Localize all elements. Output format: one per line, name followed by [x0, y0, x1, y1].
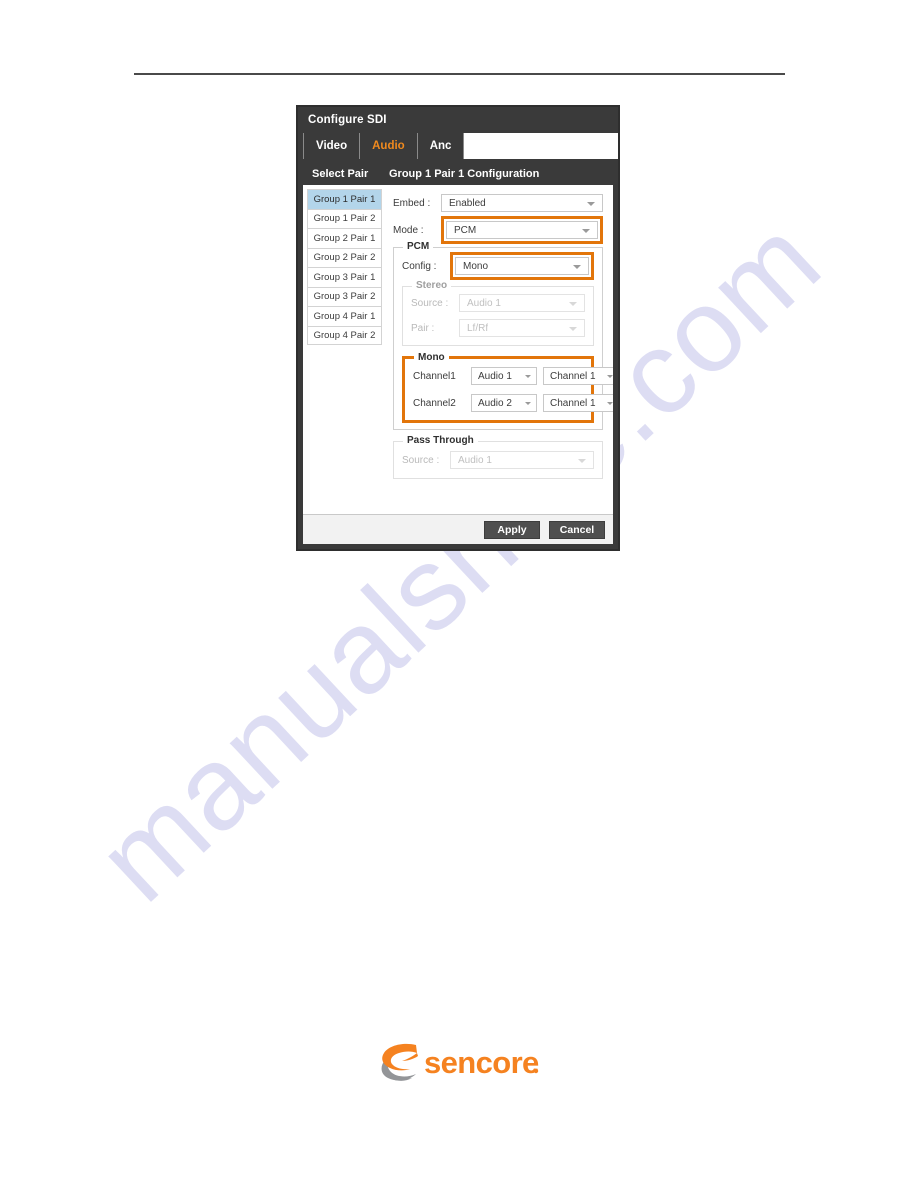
- svg-text:sencore: sencore: [424, 1045, 539, 1080]
- pair-list-item-group2-pair2[interactable]: Group 2 Pair 2: [307, 247, 382, 267]
- stereo-legend: Stereo: [412, 280, 452, 291]
- cancel-button[interactable]: Cancel: [549, 520, 605, 539]
- embed-label: Embed :: [393, 197, 431, 209]
- select-pair-header: Select Pair: [312, 168, 369, 180]
- chevron-down-icon: [569, 326, 577, 331]
- mode-label: Mode :: [393, 224, 424, 236]
- mono-channel1-channel-value: Channel 1: [550, 370, 596, 382]
- stereo-pair-label: Pair :: [411, 322, 435, 334]
- pcm-legend: PCM: [403, 241, 434, 252]
- stereo-source-select: Audio 1: [459, 294, 585, 312]
- pair-list-item-group3-pair2[interactable]: Group 3 Pair 2: [307, 286, 382, 306]
- apply-button[interactable]: Apply: [484, 520, 540, 539]
- page-header-rule: [134, 73, 785, 75]
- stereo-source-row: Source : Audio 1: [411, 292, 585, 314]
- tab-anc[interactable]: Anc: [417, 133, 465, 159]
- configuration-header: Group 1 Pair 1 Configuration: [389, 168, 540, 180]
- stereo-source-value: Audio 1: [467, 297, 501, 309]
- chevron-down-icon: [569, 301, 577, 306]
- stereo-source-label: Source :: [411, 297, 449, 309]
- pair-list: Group 1 Pair 1 Group 1 Pair 2 Group 2 Pa…: [303, 185, 386, 520]
- stereo-pair-row: Pair : Lf/Rf: [411, 317, 585, 339]
- tab-video[interactable]: Video: [303, 133, 361, 159]
- chevron-down-icon: [578, 458, 586, 463]
- mono-fieldset: Mono Channel1 Audio 1 Channel 1 Channel2…: [402, 352, 613, 423]
- configure-sdi-dialog: Configure SDI Video Audio Anc Select Pai…: [296, 105, 620, 551]
- pair-list-item-group3-pair1[interactable]: Group 3 Pair 1: [307, 267, 382, 287]
- chevron-down-icon: [607, 374, 613, 378]
- mono-channel2-row: Channel2 Audio 2 Channel 1: [413, 392, 613, 414]
- stereo-pair-select: Lf/Rf: [459, 319, 585, 337]
- panel-header-bar: Select Pair Group 1 Pair 1 Configuration: [303, 163, 613, 185]
- mono-channel2-source-select[interactable]: Audio 2: [471, 394, 537, 412]
- pass-through-source-label: Source :: [402, 454, 440, 466]
- mono-channel1-source-select[interactable]: Audio 1: [471, 367, 537, 385]
- settings-pane: Embed : Enabled Mode : PCM PCM Config: …: [386, 185, 613, 520]
- mono-channel2-channel-select[interactable]: Channel 1: [543, 394, 613, 412]
- pass-through-source-value: Audio 1: [458, 454, 492, 466]
- pass-through-source-row: Source : Audio 1: [402, 448, 594, 472]
- tab-audio[interactable]: Audio: [360, 133, 418, 159]
- panel-content: Group 1 Pair 1 Group 1 Pair 2 Group 2 Pa…: [303, 185, 613, 520]
- config-select[interactable]: Mono: [455, 257, 589, 275]
- dialog-footer: Apply Cancel: [303, 514, 613, 544]
- mono-channel1-source-value: Audio 1: [478, 370, 512, 382]
- mono-channel1-row: Channel1 Audio 1 Channel 1: [413, 365, 613, 387]
- pair-list-item-group4-pair1[interactable]: Group 4 Pair 1: [307, 306, 382, 326]
- sencore-logo: sencore: [376, 1040, 541, 1086]
- mono-channel2-channel-value: Channel 1: [550, 397, 596, 409]
- mono-channel1-label: Channel1: [413, 370, 456, 382]
- config-highlight-box: Mono: [450, 252, 594, 280]
- tab-bar: Video Audio Anc: [298, 133, 618, 159]
- mode-select[interactable]: PCM: [446, 221, 598, 239]
- stereo-fieldset: Stereo Source : Audio 1 Pair : Lf/Rf: [402, 280, 594, 346]
- chevron-down-icon: [582, 228, 590, 233]
- mode-row: Mode : PCM: [393, 216, 603, 244]
- mono-channel2-source-value: Audio 2: [478, 397, 512, 409]
- stereo-pair-value: Lf/Rf: [467, 322, 489, 334]
- chevron-down-icon: [607, 401, 613, 405]
- pair-list-item-group4-pair2[interactable]: Group 4 Pair 2: [307, 325, 382, 345]
- config-row: Config : Mono: [402, 252, 594, 280]
- mono-legend: Mono: [414, 352, 449, 363]
- pair-list-item-group2-pair1[interactable]: Group 2 Pair 1: [307, 228, 382, 248]
- chevron-down-icon: [587, 201, 595, 206]
- embed-select-value: Enabled: [449, 197, 486, 209]
- mono-channel1-channel-select[interactable]: Channel 1: [543, 367, 613, 385]
- pair-list-item-group1-pair1[interactable]: Group 1 Pair 1: [307, 189, 382, 209]
- embed-select[interactable]: Enabled: [441, 194, 603, 212]
- pass-through-source-select: Audio 1: [450, 451, 594, 469]
- mode-highlight-box: PCM: [441, 216, 603, 244]
- chevron-down-icon: [573, 264, 581, 269]
- pass-through-legend: Pass Through: [403, 435, 478, 446]
- pass-through-fieldset: Pass Through Source : Audio 1: [393, 435, 603, 479]
- config-select-value: Mono: [463, 260, 489, 272]
- embed-row: Embed : Enabled: [393, 191, 603, 215]
- mode-select-value: PCM: [454, 224, 477, 236]
- dialog-titlebar: Configure SDI: [298, 107, 618, 133]
- pair-list-item-group1-pair2[interactable]: Group 1 Pair 2: [307, 208, 382, 228]
- pcm-fieldset: PCM Config : Mono Stereo Source: Audio …: [393, 241, 613, 430]
- mono-channel2-label: Channel2: [413, 397, 456, 409]
- config-label: Config :: [402, 260, 437, 272]
- dialog-body: Select Pair Group 1 Pair 1 Configuration…: [303, 163, 613, 520]
- tab-bar-filler: [464, 133, 618, 159]
- chevron-down-icon: [525, 401, 531, 405]
- dialog-title: Configure SDI: [308, 114, 387, 126]
- chevron-down-icon: [525, 374, 531, 378]
